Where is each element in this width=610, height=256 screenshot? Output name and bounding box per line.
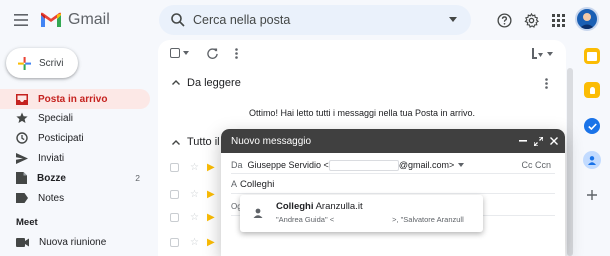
sidebar-item-sent[interactable]: Inviati	[0, 148, 150, 168]
plus-icon	[18, 56, 31, 70]
star-icon	[16, 112, 28, 123]
compose-window: Nuovo messaggio Da Giuseppe Servidio < @…	[221, 129, 565, 256]
sidebar-item-label: Speciali	[38, 112, 74, 124]
sidebar-item-inbox[interactable]: Posta in arrivo	[0, 89, 150, 109]
from-label: Da	[231, 160, 243, 170]
row-checkbox[interactable]	[170, 213, 179, 222]
to-input[interactable]: Colleghi	[240, 179, 274, 190]
suggestion-member-1: "Andrea Guida" <	[276, 215, 335, 224]
scrollbar-thumb[interactable]	[567, 68, 573, 256]
table-row[interactable]: ☆ ▶	[170, 237, 215, 248]
star-outline-icon[interactable]: ☆	[190, 237, 199, 248]
apps-grid-icon[interactable]	[548, 10, 568, 30]
sidebar-item-label: Bozze	[37, 172, 66, 184]
to-field[interactable]: A Colleghi	[231, 175, 555, 194]
refresh-icon[interactable]	[207, 48, 218, 59]
select-options-icon[interactable]	[183, 51, 189, 55]
contacts-icon[interactable]	[583, 151, 601, 169]
send-icon	[16, 152, 28, 164]
app-name: Gmail	[68, 11, 110, 28]
section-options-icon[interactable]	[545, 78, 548, 89]
top-bar: Gmail	[0, 0, 610, 40]
from-field[interactable]: Da Giuseppe Servidio < @gmail.com> Cc Cc…	[231, 157, 555, 174]
search-input[interactable]	[193, 5, 433, 35]
important-marker-icon[interactable]: ▶	[207, 189, 215, 200]
account-avatar[interactable]	[575, 7, 599, 31]
input-tools-icon	[532, 48, 543, 59]
table-row[interactable]: ☆ ▶	[170, 212, 215, 223]
table-row[interactable]: ☆ ▶	[170, 189, 215, 200]
drafts-count: 2	[135, 173, 140, 183]
sidebar-item-notes[interactable]: Notes	[0, 188, 150, 208]
new-meeting-button[interactable]: Nuova riunione	[0, 232, 150, 252]
minimize-icon[interactable]	[519, 140, 527, 142]
video-camera-icon	[16, 237, 29, 247]
star-outline-icon[interactable]: ☆	[190, 212, 199, 223]
star-outline-icon[interactable]: ☆	[190, 162, 199, 173]
inbox-icon	[16, 93, 28, 105]
row-checkbox[interactable]	[170, 238, 179, 247]
group-contact-icon	[253, 208, 263, 218]
sidebar-item-label: Posta in arrivo	[38, 93, 108, 105]
sidebar-item-label: Inviati	[38, 152, 65, 164]
help-icon[interactable]	[494, 10, 514, 30]
search-icon[interactable]	[170, 12, 186, 28]
add-app-plus-icon[interactable]	[585, 188, 599, 202]
sidebar-item-label: Posticipati	[38, 132, 84, 144]
from-dropdown-icon[interactable]	[458, 163, 465, 167]
main-menu-icon[interactable]	[10, 9, 32, 31]
new-meeting-label: Nuova riunione	[39, 236, 107, 248]
important-marker-icon[interactable]: ▶	[207, 237, 215, 248]
suggestion-member-2: >, "Salvatore Aranzull	[392, 215, 464, 224]
collapse-section-icon[interactable]	[172, 80, 180, 85]
clock-icon	[16, 132, 28, 144]
input-tools-button[interactable]	[532, 48, 553, 59]
draft-icon	[16, 172, 27, 184]
select-all-checkbox[interactable]	[170, 48, 189, 58]
all-section-title[interactable]: Tutto il	[187, 136, 220, 148]
suggestion-domain: Aranzulla.it	[313, 201, 363, 212]
calendar-icon[interactable]	[584, 48, 600, 64]
fullscreen-icon[interactable]	[534, 137, 543, 146]
important-marker-icon[interactable]: ▶	[207, 162, 215, 173]
to-label: A	[231, 179, 238, 189]
suggestion-name: Colleghi	[276, 201, 314, 212]
row-checkbox[interactable]	[170, 163, 179, 172]
important-marker-icon[interactable]: ▶	[207, 212, 215, 223]
table-row[interactable]: ☆ ▶	[170, 162, 215, 173]
compose-window-title: Nuovo messaggio	[231, 135, 312, 147]
more-vert-icon[interactable]	[235, 48, 238, 59]
suggestion-members: "Andrea Guida" < >, "Salvatore Aranzull	[276, 215, 464, 224]
from-domain: @gmail.com>	[398, 160, 455, 170]
compose-label: Scrivi	[39, 57, 64, 69]
gmail-m-icon	[41, 12, 61, 27]
meet-section-title: Meet	[16, 217, 38, 228]
unread-section-title[interactable]: Da leggere	[187, 77, 241, 89]
close-icon[interactable]	[550, 137, 558, 145]
sidebar-item-label: Notes	[38, 192, 65, 204]
redacted-email	[328, 159, 399, 171]
recipient-suggestion[interactable]: Colleghi Aranzulla.it "Andrea Guida" < >,…	[240, 195, 483, 232]
gmail-logo[interactable]: Gmail	[40, 9, 110, 31]
empty-inbox-message: Ottimo! Hai letto tutti i messaggi nella…	[248, 108, 476, 118]
sidebar-item-snoozed[interactable]: Posticipati	[0, 128, 150, 148]
settings-gear-icon[interactable]	[521, 10, 541, 30]
chevron-down-icon	[547, 51, 553, 56]
label-icon	[16, 193, 28, 203]
star-outline-icon[interactable]: ☆	[190, 189, 199, 200]
compose-window-header[interactable]: Nuovo messaggio	[221, 129, 565, 153]
sidebar-item-drafts[interactable]: Bozze 2	[0, 168, 150, 188]
row-checkbox[interactable]	[170, 190, 179, 199]
compose-button[interactable]: Scrivi	[6, 48, 78, 78]
from-name: Giuseppe Servidio <	[247, 160, 329, 170]
tasks-icon[interactable]	[584, 118, 600, 134]
suggestion-title: Colleghi Aranzulla.it	[276, 201, 363, 212]
search-options-icon[interactable]	[449, 17, 457, 22]
sidebar-item-starred[interactable]: Speciali	[0, 108, 150, 128]
cc-bcc-link[interactable]: Cc Ccn	[521, 160, 551, 170]
search-bar[interactable]	[159, 5, 471, 35]
collapse-section-icon[interactable]	[172, 140, 180, 145]
keep-icon[interactable]	[584, 82, 600, 98]
